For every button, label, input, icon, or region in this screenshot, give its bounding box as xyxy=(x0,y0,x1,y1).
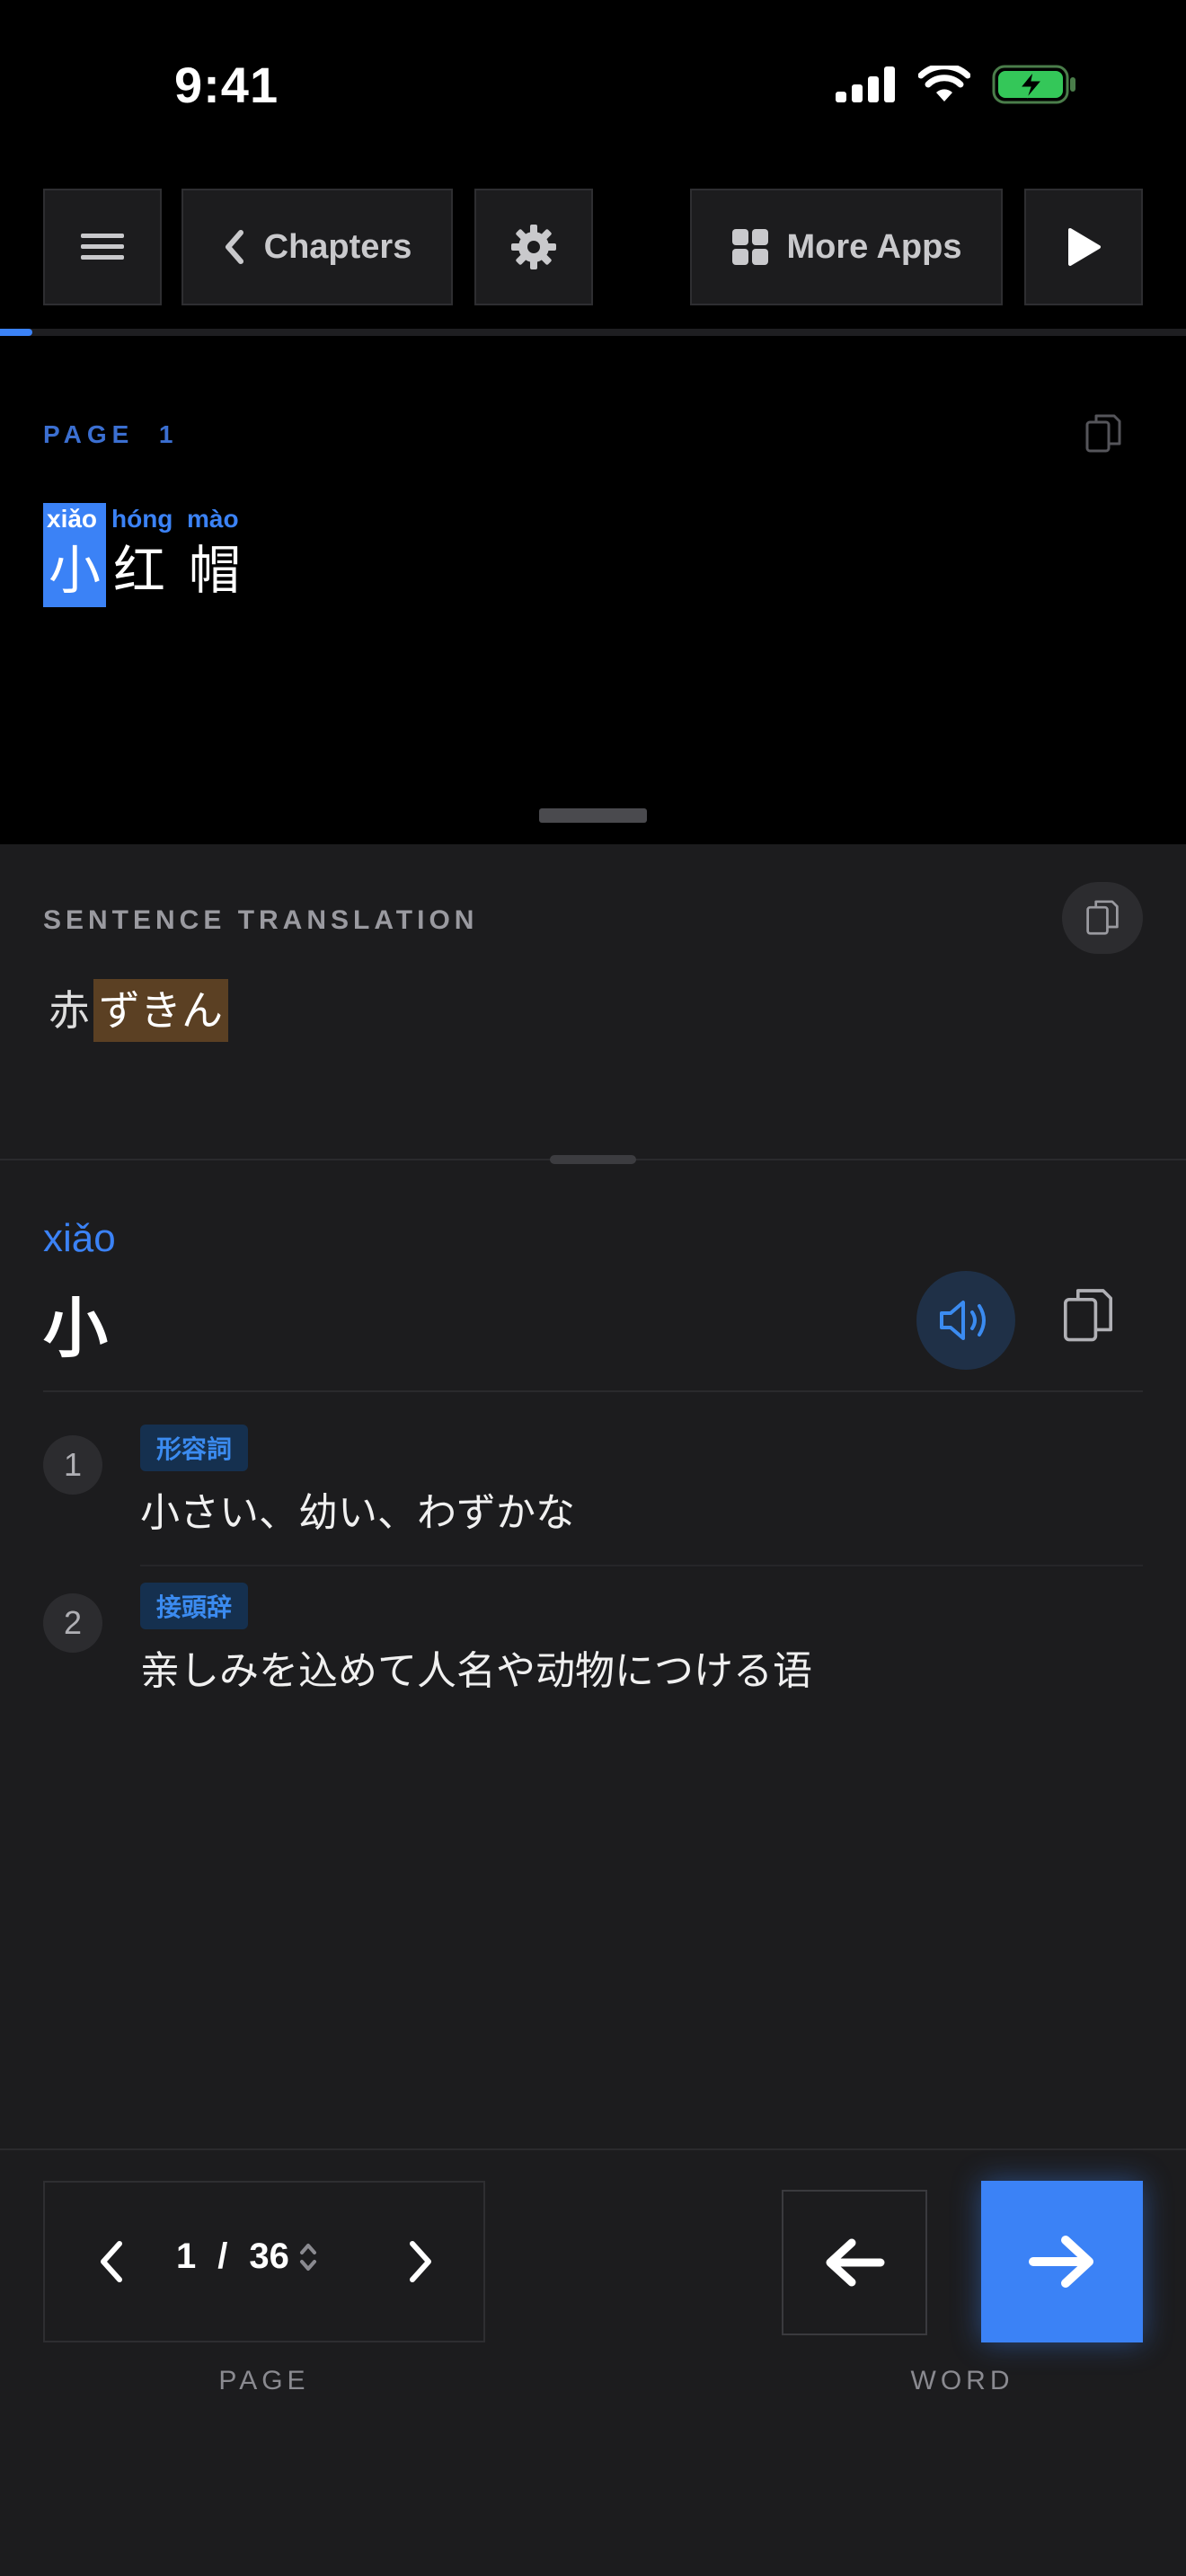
next-word-button[interactable] xyxy=(981,2181,1143,2342)
bottom-nav-separator xyxy=(0,2148,1186,2150)
part-of-speech-tag: 形容詞 xyxy=(140,1425,249,1471)
page-separator: / xyxy=(217,2236,228,2276)
word-hanzi: 红 xyxy=(113,542,166,600)
part-of-speech-tag: 接頭辞 xyxy=(140,1583,249,1629)
dictionary-hanzi: 小 xyxy=(43,1293,109,1365)
reader-word[interactable]: hóng 红 xyxy=(108,503,176,607)
arrow-left-icon xyxy=(826,2238,885,2287)
word-hanzi: 小 xyxy=(49,542,102,600)
play-button[interactable] xyxy=(1024,189,1143,305)
translation-text: 赤 ずきん xyxy=(45,979,228,1042)
definition-number: 2 xyxy=(43,1593,102,1653)
dictionary-separator xyxy=(43,1390,1143,1392)
translation-highlight: ずきん xyxy=(93,979,228,1042)
definition-text: 小さい、幼い、わずかな xyxy=(140,1491,575,1535)
word-pinyin: xiǎo xyxy=(47,505,98,533)
dictionary-drag-handle[interactable] xyxy=(550,1155,636,1164)
battery-charging-icon xyxy=(992,65,1075,104)
current-page: 1 xyxy=(176,2236,197,2276)
page-counter[interactable]: 1 / 36 xyxy=(176,2236,318,2277)
more-apps-label: More Apps xyxy=(786,227,962,266)
wifi-icon xyxy=(918,66,970,101)
copy-icon xyxy=(1086,900,1119,935)
previous-page-button[interactable] xyxy=(83,2233,140,2290)
reader-word[interactable]: xiǎo 小 xyxy=(43,503,107,607)
hamburger-icon xyxy=(81,234,124,260)
chapters-button[interactable]: Chapters xyxy=(181,189,453,305)
dictionary-panel xyxy=(0,1160,1186,2576)
translation-label: SENTENCE TRANSLATION xyxy=(43,905,479,935)
chevron-right-icon xyxy=(410,2241,431,2282)
word-hanzi: 帽 xyxy=(189,542,242,600)
word-pinyin: mào xyxy=(187,505,239,533)
copy-icon xyxy=(1063,1289,1113,1342)
definition-number: 1 xyxy=(43,1435,102,1495)
definition-separator xyxy=(140,1565,1143,1566)
copy-icon xyxy=(1085,414,1121,453)
reader-word[interactable]: mào 帽 xyxy=(183,503,246,607)
pronounce-button[interactable] xyxy=(916,1271,1015,1370)
dictionary-pinyin: xiǎo xyxy=(43,1216,116,1260)
chevron-left-icon xyxy=(225,230,243,264)
copy-word-button[interactable] xyxy=(1060,1284,1116,1347)
chevron-left-icon xyxy=(101,2241,122,2282)
reading-progress-track xyxy=(0,329,1186,336)
copy-translation-button[interactable] xyxy=(1062,882,1143,954)
grid-icon xyxy=(731,229,768,265)
play-icon xyxy=(1068,228,1101,266)
signal-icon xyxy=(836,66,895,102)
previous-word-button[interactable] xyxy=(782,2190,927,2335)
gear-icon xyxy=(511,225,556,269)
status-time: 9:41 xyxy=(174,57,279,113)
word-pinyin: hóng xyxy=(111,505,173,533)
translation-plain: 赤 xyxy=(49,987,90,1034)
copy-page-button[interactable] xyxy=(1084,411,1123,456)
page-caption: PAGE xyxy=(218,2366,310,2395)
total-pages: 36 xyxy=(249,2236,289,2276)
panel-drag-handle[interactable] xyxy=(539,808,647,823)
chevron-up-down-icon xyxy=(299,2243,316,2271)
arrow-right-icon xyxy=(1029,2236,1093,2288)
reading-progress-fill xyxy=(0,329,32,336)
more-apps-button[interactable]: More Apps xyxy=(690,189,1003,305)
next-page-button[interactable] xyxy=(392,2233,449,2290)
speaker-icon xyxy=(940,1301,986,1340)
word-caption: WORD xyxy=(910,2366,1014,2395)
status-icons xyxy=(836,65,1078,104)
settings-button[interactable] xyxy=(474,189,593,305)
page-label: PAGE 1 xyxy=(43,420,179,448)
definition-text: 亲しみを込めて人名や动物につける语 xyxy=(140,1649,812,1693)
menu-button[interactable] xyxy=(43,189,162,305)
chapters-label: Chapters xyxy=(263,227,412,266)
